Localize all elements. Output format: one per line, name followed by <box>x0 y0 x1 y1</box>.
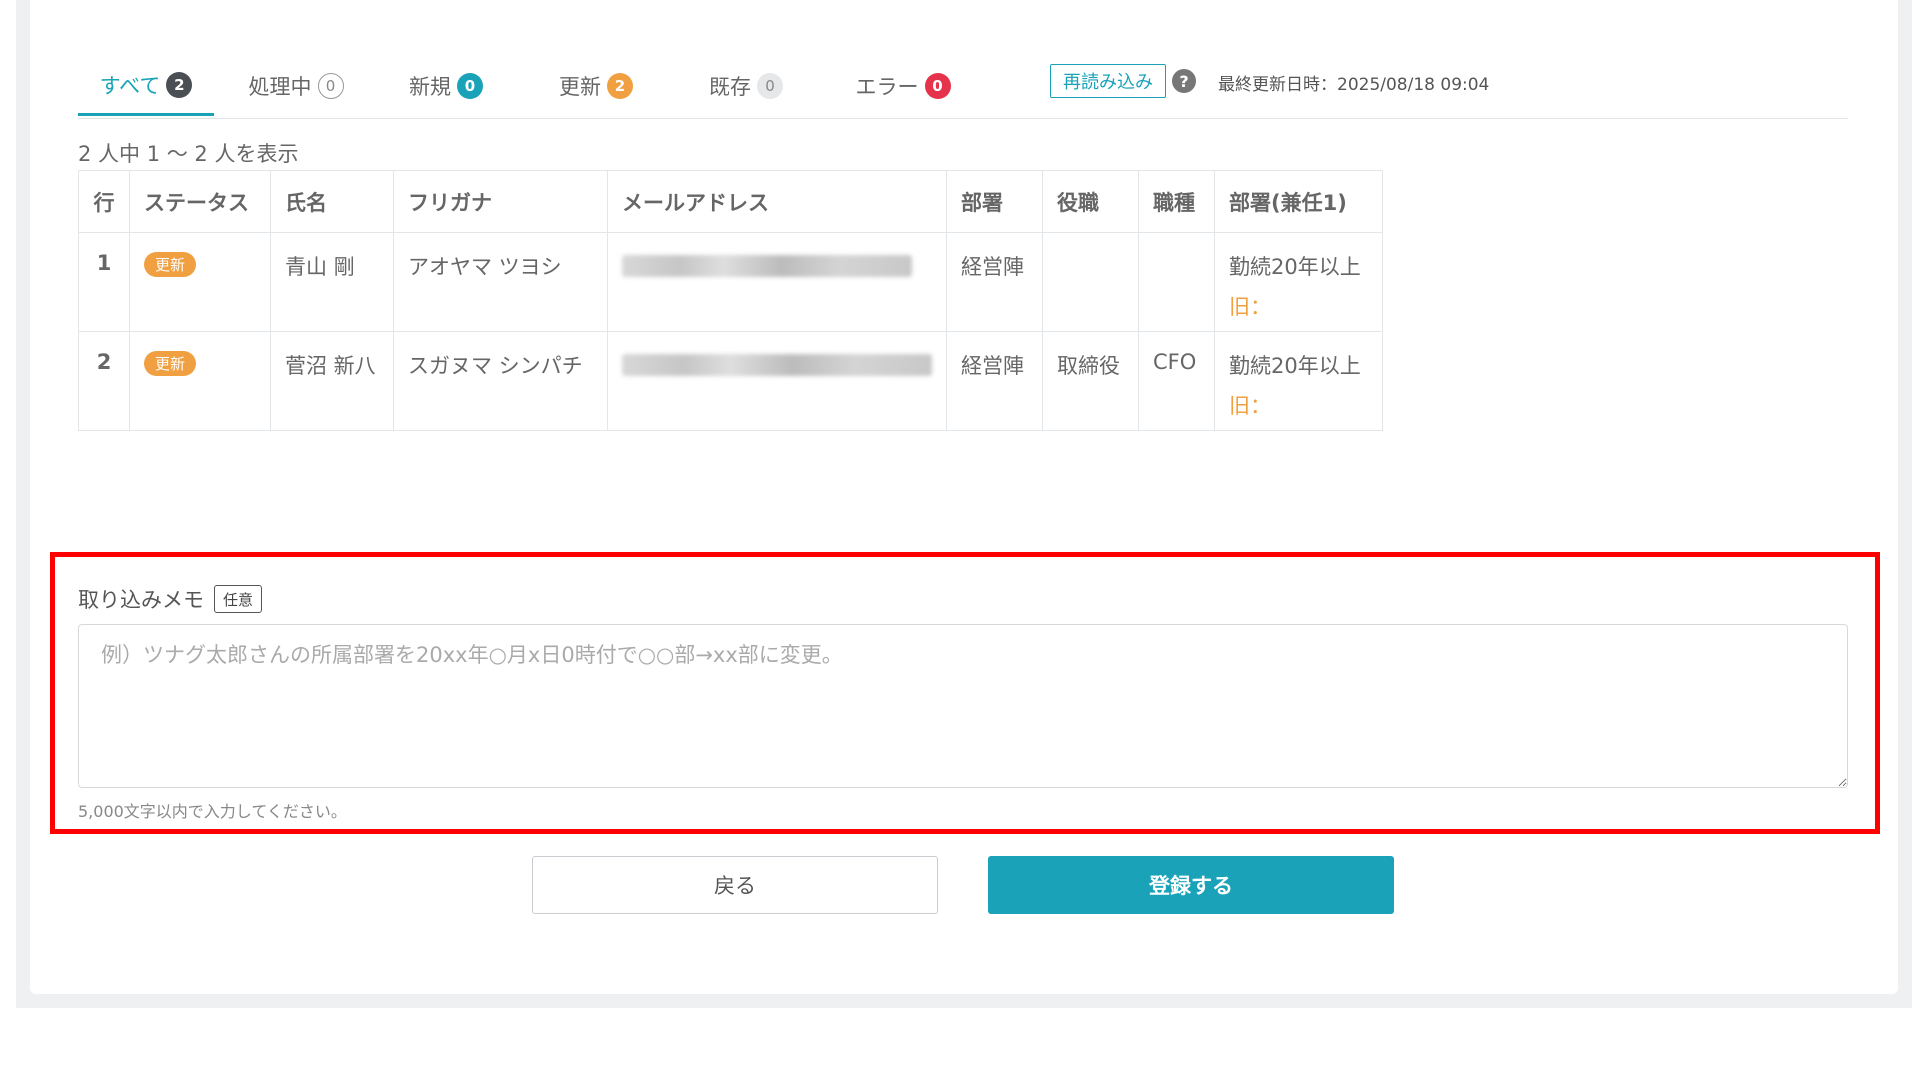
result-count-text: 2 人中 1 〜 2 人を表示 <box>78 142 299 166</box>
cell-status: 更新 <box>129 331 271 431</box>
column-header-dept-concurrent: 部署(兼任1) <box>1214 170 1383 233</box>
tab-new[interactable]: 新規 0 <box>378 56 514 116</box>
tab-count-badge: 2 <box>607 73 633 99</box>
cell-dept: 経営陣 <box>946 232 1043 332</box>
last-updated-text: 最終更新日時：2025/08/18 09:04 <box>1218 75 1490 95</box>
cell-role: 取締役 <box>1042 331 1139 431</box>
column-header-role: 役職 <box>1042 170 1139 233</box>
dept-concurrent-value: 勤続20年以上 <box>1229 354 1361 378</box>
cell-row-number: 1 <box>78 232 130 332</box>
cell-role <box>1042 232 1139 332</box>
tab-label: 既存 <box>709 75 751 99</box>
redacted-email <box>622 255 912 277</box>
reload-button[interactable]: 再読み込み <box>1050 64 1166 98</box>
tab-count-badge: 0 <box>757 73 783 99</box>
tab-label: 更新 <box>559 75 601 99</box>
register-button[interactable]: 登録する <box>988 856 1394 914</box>
old-value-label: 旧： <box>1229 394 1271 418</box>
column-header-dept: 部署 <box>946 170 1043 233</box>
cell-dept-concurrent: 勤続20年以上 旧： <box>1214 331 1383 431</box>
tab-count-badge: 2 <box>166 71 193 98</box>
column-header-email: メールアドレス <box>607 170 947 233</box>
question-circle-icon[interactable]: ? <box>1172 69 1196 93</box>
table-row: 1 更新 青山 剛 アオヤマ ツヨシ 経営陣 勤続20年以上 旧： <box>78 232 1383 332</box>
column-header-status: ステータス <box>129 170 271 233</box>
memo-field-label: 取り込みメモ 任意 <box>78 584 263 614</box>
tab-count-badge: 0 <box>457 73 483 99</box>
memo-hint-text: 5,000文字以内で入力してください。 <box>78 802 347 821</box>
cell-name: 青山 剛 <box>270 232 394 332</box>
cell-name: 菅沼 新八 <box>270 331 394 431</box>
dept-concurrent-value: 勤続20年以上 <box>1229 255 1361 279</box>
import-memo-textarea[interactable] <box>78 624 1848 788</box>
tab-all[interactable]: すべて 2 <box>78 56 214 116</box>
tab-count-badge: 0 <box>924 73 951 99</box>
column-header-job: 職種 <box>1138 170 1215 233</box>
status-badge: 更新 <box>144 351 196 376</box>
redacted-email <box>622 354 932 376</box>
import-preview-table: 行 ステータス 氏名 フリガナ メールアドレス 部署 役職 職種 部署(兼任1)… <box>78 170 1383 431</box>
column-header-row: 行 <box>78 170 130 233</box>
cell-email <box>607 331 947 431</box>
tab-update[interactable]: 更新 2 <box>528 56 664 116</box>
cell-row-number: 2 <box>78 331 130 431</box>
main-card <box>30 0 1898 994</box>
old-value-label: 旧： <box>1229 295 1271 319</box>
table-header-row: 行 ステータス 氏名 フリガナ メールアドレス 部署 役職 職種 部署(兼任1) <box>78 170 1383 233</box>
table-row: 2 更新 菅沼 新八 スガヌマ シンパチ 経営陣 取締役 CFO 勤続20年以上… <box>78 331 1383 431</box>
tab-error[interactable]: エラー 0 <box>828 56 978 116</box>
tab-processing[interactable]: 処理中 0 <box>228 56 364 116</box>
cell-job <box>1138 232 1215 332</box>
cell-dept: 経営陣 <box>946 331 1043 431</box>
tab-count-badge: 0 <box>317 73 344 99</box>
cell-kana: スガヌマ シンパチ <box>393 331 608 431</box>
cell-dept-concurrent: 勤続20年以上 旧： <box>1214 232 1383 332</box>
memo-label-text: 取り込みメモ <box>78 588 204 612</box>
back-button[interactable]: 戻る <box>532 856 938 914</box>
cell-status: 更新 <box>129 232 271 332</box>
tab-existing[interactable]: 既存 0 <box>678 56 814 116</box>
status-badge: 更新 <box>144 252 196 277</box>
tab-label: 新規 <box>409 75 451 99</box>
column-header-kana: フリガナ <box>393 170 608 233</box>
cell-kana: アオヤマ ツヨシ <box>393 232 608 332</box>
status-tabs: すべて 2 処理中 0 新規 0 更新 2 既存 0 エラー 0 <box>78 56 1848 119</box>
optional-tag: 任意 <box>214 585 263 613</box>
cell-job: CFO <box>1138 331 1215 431</box>
tab-label: すべて <box>99 73 161 98</box>
column-header-name: 氏名 <box>270 170 394 233</box>
cell-email <box>607 232 947 332</box>
tab-label: エラー <box>855 75 919 99</box>
tab-label: 処理中 <box>248 75 312 99</box>
